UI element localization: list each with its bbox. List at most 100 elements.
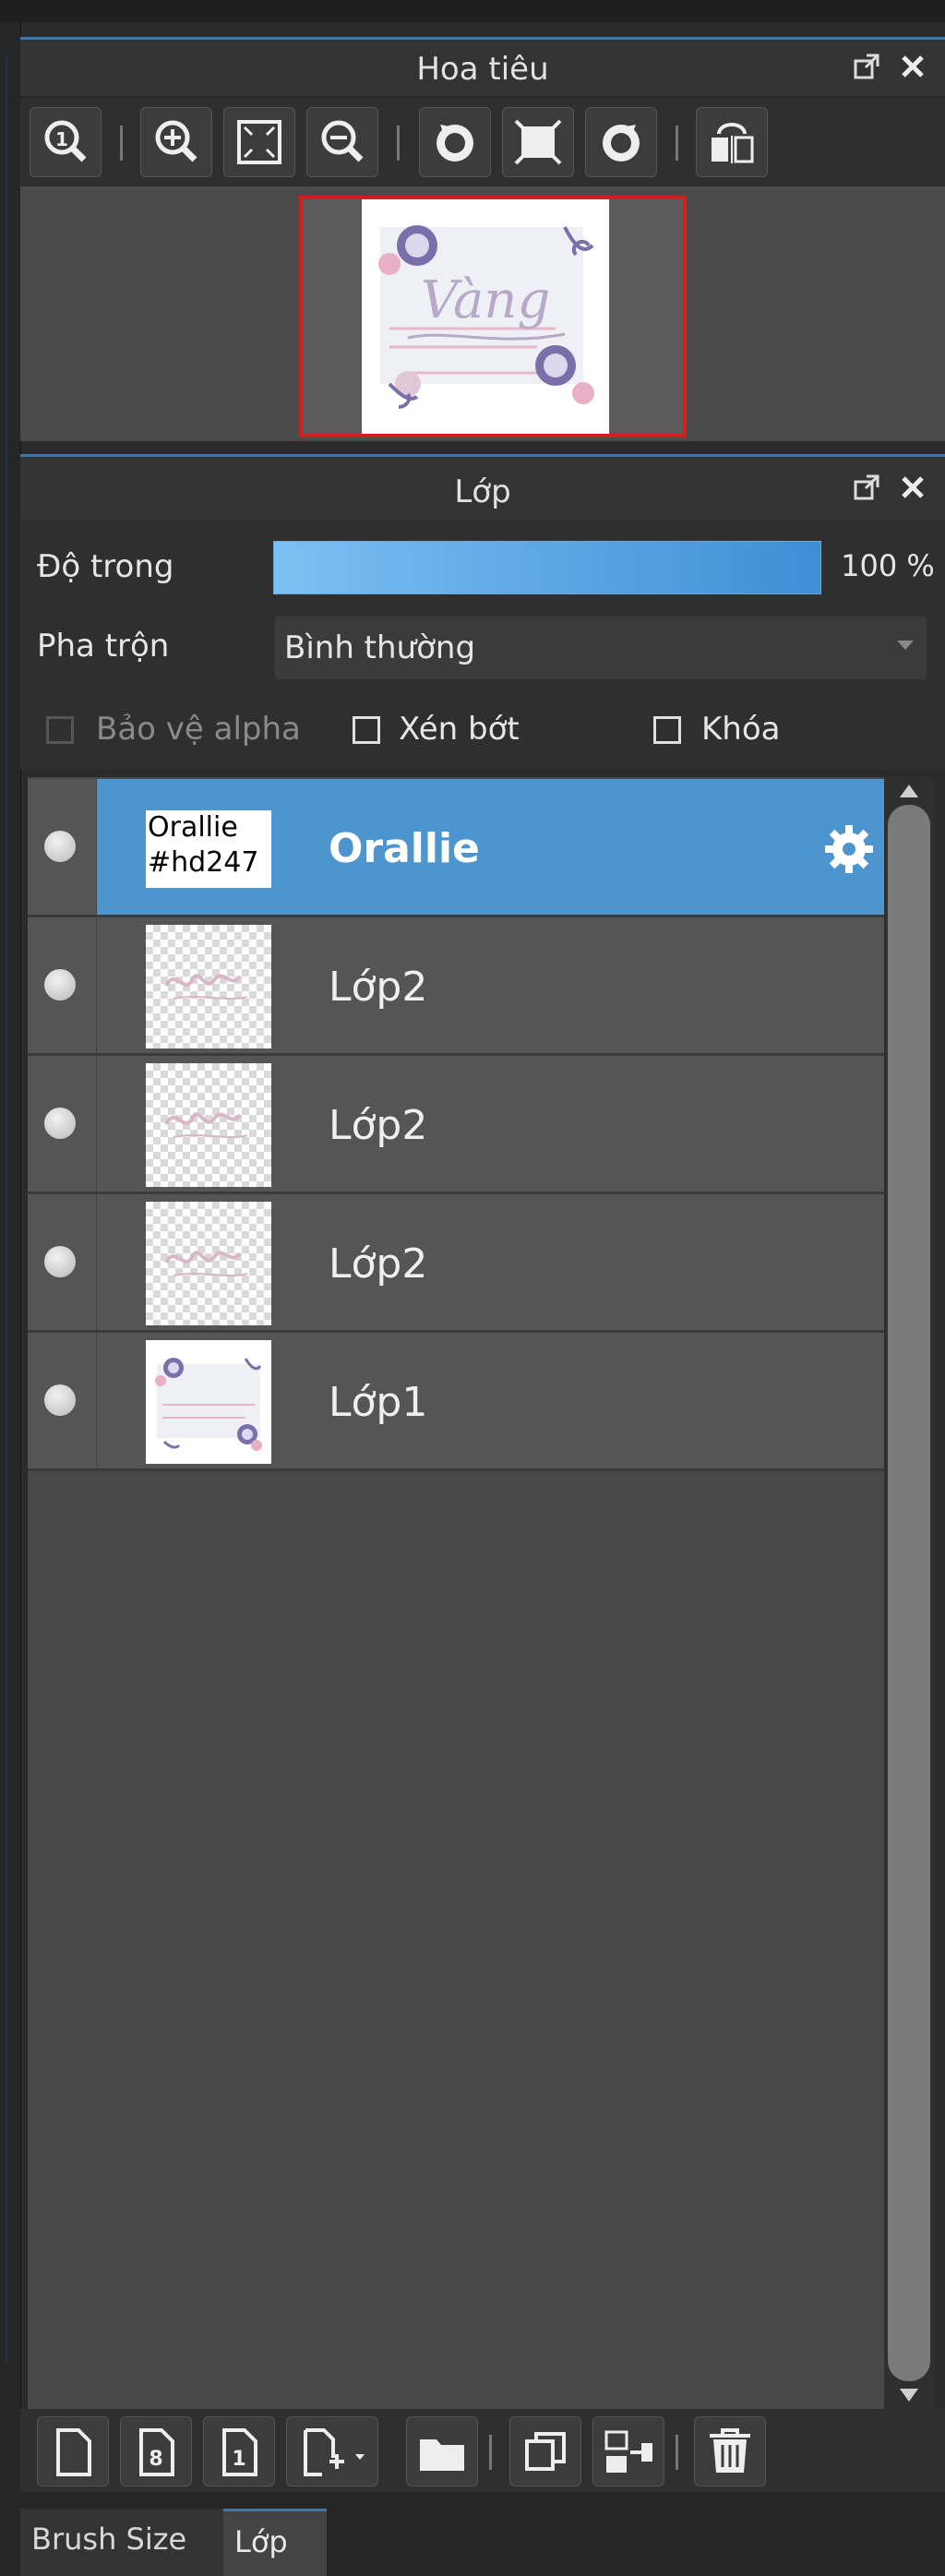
zoom-actual-button[interactable]: 1 <box>30 107 102 177</box>
protect-alpha-label: Bảo vệ alpha <box>96 711 301 748</box>
merge-down-icon <box>604 2430 652 2473</box>
chevron-down-icon <box>897 641 914 650</box>
layer-toolbar: 8 1 <box>20 2409 945 2492</box>
layer-thumbnail <box>146 925 271 1048</box>
rotate-left-icon <box>437 125 473 162</box>
bottom-tab-bar: Brush Size Lớp <box>20 2492 945 2576</box>
add-layer-menu-button[interactable] <box>286 2416 378 2486</box>
duplicate-layer-icon <box>525 2432 566 2471</box>
close-icon[interactable] <box>897 51 928 82</box>
visibility-gutter <box>28 1056 97 1192</box>
zoom-out-button[interactable] <box>306 107 378 177</box>
blend-mode-label: Pha trộn <box>37 628 170 665</box>
window-top-bar <box>0 0 945 22</box>
opacity-label: Độ trong <box>37 548 174 585</box>
layer-thumbnail <box>146 1063 271 1187</box>
layer-thumbnail: Orallie #hd247 <box>146 810 271 888</box>
scroll-down-icon[interactable] <box>900 2389 918 2402</box>
visibility-toggle-icon[interactable] <box>44 1108 76 1139</box>
visibility-toggle-icon[interactable] <box>44 1246 76 1277</box>
clipping-label: Xén bớt <box>399 711 520 748</box>
layer-name: Lớp2 <box>329 1240 428 1288</box>
layer-list: Orallie #hd247 Orallie Lớp2 Lớp2 Lớp2 Lớ… <box>28 777 884 2418</box>
layer-row[interactable]: Lớp1 <box>28 1333 884 1471</box>
layer-thumbnail-text: Orallie #hd247 <box>148 811 259 879</box>
scroll-up-icon[interactable] <box>900 785 918 797</box>
visibility-toggle-icon[interactable] <box>44 1384 76 1416</box>
undock-icon[interactable] <box>851 51 882 82</box>
svg-text:Vàng: Vàng <box>421 270 551 330</box>
undock-icon[interactable] <box>851 472 882 503</box>
blend-mode-select[interactable]: Bình thường <box>275 617 927 679</box>
clipping-checkbox[interactable] <box>353 716 380 744</box>
new-1bit-layer-button[interactable]: 1 <box>203 2416 275 2486</box>
opacity-slider[interactable] <box>273 541 821 594</box>
navigator-preview-area: Vàng <box>20 186 945 441</box>
opacity-value: 100 % <box>841 548 935 583</box>
visibility-gutter <box>28 1333 97 1468</box>
left-dock-divider <box>6 55 7 2363</box>
close-icon[interactable] <box>897 472 928 503</box>
visibility-gutter <box>28 1194 97 1330</box>
layer-row[interactable]: Lớp2 <box>28 917 884 1056</box>
layer-list-scrollbar[interactable] <box>884 777 934 2409</box>
zoom-out-icon <box>321 120 364 162</box>
fit-screen-button[interactable] <box>223 107 295 177</box>
layer-name: Orallie <box>329 825 480 872</box>
visibility-gutter <box>28 779 97 915</box>
layer-thumbnail <box>146 1202 271 1325</box>
zoom-actual-icon: 1 <box>44 120 87 162</box>
layer-name: Lớp2 <box>329 964 428 1011</box>
new-1bit-layer-icon: 1 <box>222 2428 257 2476</box>
lock-label: Khóa <box>701 711 781 748</box>
visibility-toggle-icon[interactable] <box>44 831 76 862</box>
reset-rotation-button[interactable] <box>502 107 574 177</box>
zoom-in-icon <box>155 120 197 162</box>
rotate-right-button[interactable] <box>585 107 657 177</box>
left-dock-edge <box>0 22 21 2576</box>
new-folder-button[interactable] <box>406 2416 478 2486</box>
flip-horizontal-icon <box>712 123 754 163</box>
layer-row[interactable]: Lớp2 <box>28 1194 884 1333</box>
layer-name: Lớp1 <box>329 1379 428 1426</box>
blend-mode-value: Bình thường <box>284 629 476 666</box>
rotate-left-button[interactable] <box>419 107 491 177</box>
layer-properties: Độ trong 100 % Pha trộn Bình thường Bảo … <box>20 521 945 770</box>
tab-brush-size[interactable]: Brush Size <box>20 2509 223 2576</box>
layer-name: Lớp2 <box>329 1102 428 1149</box>
fit-screen-icon <box>237 120 281 164</box>
canvas-thumbnail: Vàng <box>362 199 609 434</box>
new-layer-button[interactable] <box>37 2416 109 2486</box>
svg-text:8: 8 <box>149 2448 162 2471</box>
new-folder-icon <box>420 2439 464 2471</box>
protect-alpha-checkbox[interactable] <box>46 716 74 744</box>
rotate-right-icon <box>603 125 640 162</box>
zoom-in-button[interactable] <box>140 107 212 177</box>
new-layer-icon <box>56 2428 91 2476</box>
gear-icon[interactable] <box>821 821 877 877</box>
layers-panel-header: Lớp <box>20 454 945 521</box>
reset-rotation-icon <box>514 119 562 165</box>
merge-down-button[interactable] <box>592 2416 664 2486</box>
scrollbar-thumb[interactable] <box>888 805 930 2381</box>
layer-row[interactable]: Orallie #hd247 Orallie <box>28 779 884 917</box>
navigator-panel-header: Hoa tiêu <box>20 37 945 96</box>
lock-checkbox[interactable] <box>653 716 681 744</box>
delete-layer-button[interactable] <box>694 2416 766 2486</box>
layer-row[interactable]: Lớp2 <box>28 1056 884 1194</box>
view-region-frame[interactable]: Vàng <box>299 196 687 437</box>
layers-panel-title: Lớp <box>454 473 511 510</box>
flip-horizontal-button[interactable] <box>696 107 768 177</box>
svg-text:1: 1 <box>55 128 68 150</box>
new-8bit-layer-button[interactable]: 8 <box>120 2416 192 2486</box>
add-layer-menu-icon <box>304 2428 365 2476</box>
navigator-toolbar: 1 <box>20 98 945 186</box>
svg-text:1: 1 <box>232 2448 245 2471</box>
visibility-gutter <box>28 917 97 1053</box>
duplicate-layer-button[interactable] <box>509 2416 581 2486</box>
layer-thumbnail <box>146 1340 271 1464</box>
tab-layer[interactable]: Lớp <box>223 2509 327 2576</box>
delete-layer-icon <box>710 2428 750 2473</box>
new-8bit-layer-icon: 8 <box>139 2428 174 2476</box>
visibility-toggle-icon[interactable] <box>44 969 76 1000</box>
